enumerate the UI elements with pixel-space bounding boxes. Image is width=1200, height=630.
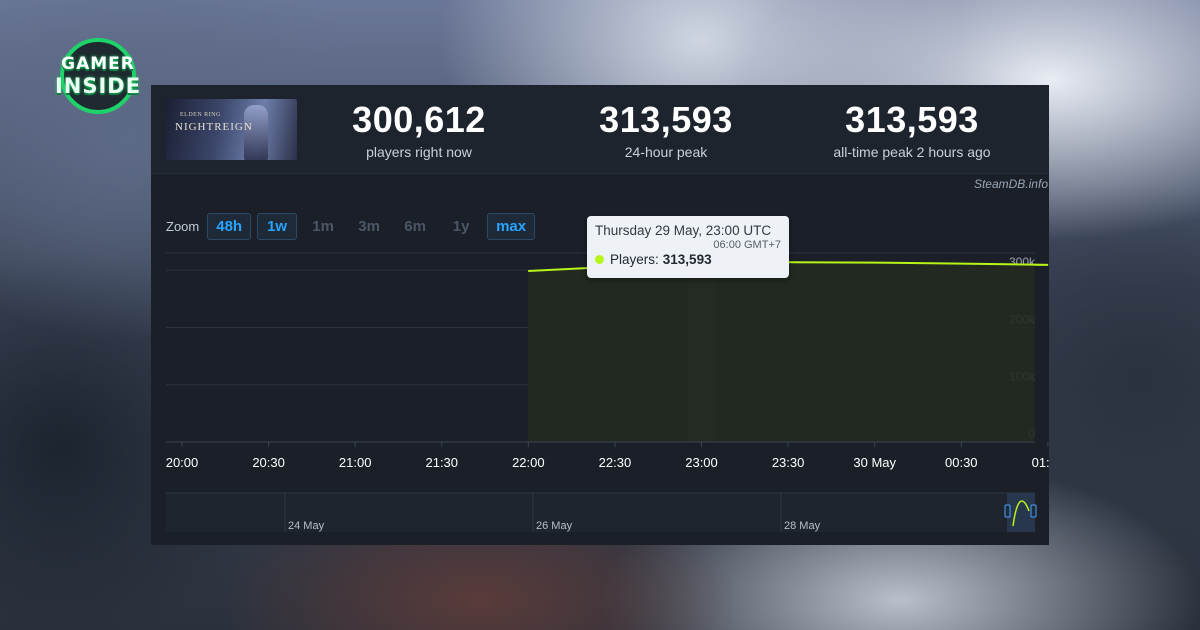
chart-tooltip: Thursday 29 May, 23:00 UTC 06:00 GMT+7 P… (587, 216, 789, 278)
steamdb-chart-card: ELDEN RING NIGHTREIGN 300,612 players ri… (151, 85, 1049, 545)
x-tick-label: 23:00 (685, 455, 718, 470)
series-area-players (528, 262, 1048, 442)
x-tick-label: 21:00 (339, 455, 372, 470)
navigator-left-handle (1004, 504, 1011, 518)
logo-line-2: INSIDE (54, 74, 142, 98)
tooltip-series-label: Players: (610, 252, 659, 267)
data-point (527, 270, 529, 272)
data-point (960, 263, 962, 265)
logo-line-1: GAMER (61, 54, 135, 74)
series-color-dot-icon (595, 255, 604, 264)
x-tick-label: 22:00 (512, 455, 545, 470)
x-tick-label: 23:30 (772, 455, 805, 470)
navigator-date-label: 28 May (784, 520, 821, 532)
gamer-inside-logo: GAMER INSIDE (50, 38, 146, 122)
x-tick-label: 01:00 (1032, 455, 1049, 470)
x-tick-label: 20:30 (252, 455, 285, 470)
data-point (874, 262, 876, 264)
x-tick-label: 22:30 (599, 455, 632, 470)
navigator-date-label: 26 May (536, 520, 573, 532)
tooltip-value: 313,593 (662, 252, 712, 267)
data-point (1047, 264, 1049, 266)
player-count-chart[interactable]: 0100k200k300k20:0020:3021:0021:3022:0022… (151, 85, 1049, 545)
x-tick-label: 00:30 (945, 455, 978, 470)
x-tick-label: 30 May (853, 455, 896, 470)
x-tick-label: 21:30 (425, 455, 458, 470)
tooltip-local-time: 06:00 GMT+7 (713, 239, 781, 251)
x-tick-label: 20:00 (166, 455, 199, 470)
navigator-right-handle (1030, 504, 1037, 518)
tooltip-date: Thursday 29 May, 23:00 UTC (595, 223, 772, 238)
tooltip-series-row: Players: 313,593 (595, 252, 781, 267)
navigator-date-label: 24 May (288, 520, 325, 532)
